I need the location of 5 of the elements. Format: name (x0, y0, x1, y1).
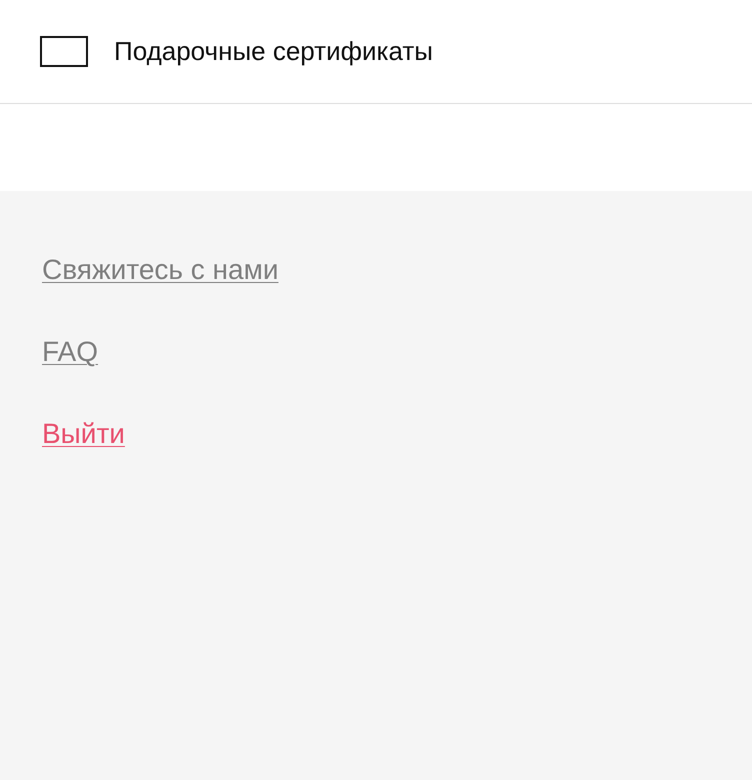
footer-link[interactable]: Свяжитесь с нами (42, 254, 278, 286)
gift-certificates-link[interactable]: Подарочные сертификаты (114, 36, 433, 67)
card-icon (40, 36, 88, 67)
footer-link[interactable]: FAQ (42, 336, 98, 368)
logout-link[interactable]: Выйти (42, 418, 125, 450)
